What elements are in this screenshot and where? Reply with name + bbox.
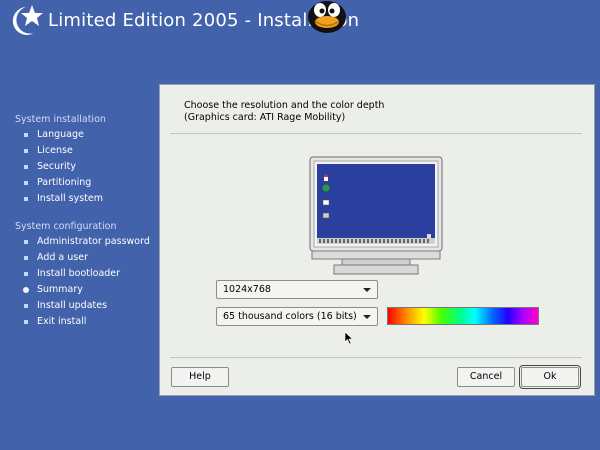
sidebar-item-label: Summary — [37, 284, 83, 295]
bullet-icon — [24, 304, 28, 308]
sidebar-item-label: Language — [37, 129, 84, 140]
sidebar-item-label: Install system — [37, 193, 103, 204]
sidebar-item-label: Install updates — [37, 300, 108, 311]
bullet-icon — [24, 149, 28, 153]
sidebar: System installation Language License Sec… — [15, 112, 155, 330]
chevron-down-icon — [363, 288, 371, 292]
sidebar-item-label: Partitioning — [37, 177, 92, 188]
sidebar-heading-install: System installation — [15, 114, 106, 125]
bullet-icon — [24, 133, 28, 137]
current-step-icon — [23, 287, 29, 293]
sidebar-item-install-bootloader: Install bootloader — [15, 266, 155, 282]
sidebar-heading-config: System configuration — [15, 221, 117, 232]
bullet-icon — [24, 320, 28, 324]
cancel-button[interactable]: Cancel — [457, 367, 515, 387]
sidebar-item-install-system: Install system — [15, 191, 155, 207]
monitor-icon — [309, 156, 443, 275]
penguin-icon — [308, 1, 346, 33]
sidebar-item-security: Security — [15, 159, 155, 175]
dialog-heading: Choose the resolution and the color dept… — [184, 100, 385, 111]
sidebar-item-label: Install bootloader — [37, 268, 121, 279]
bullet-icon — [24, 197, 28, 201]
sidebar-item-install-updates: Install updates — [15, 298, 155, 314]
resolution-value: 1024x768 — [223, 284, 271, 295]
resolution-select[interactable]: 1024x768 — [216, 280, 378, 299]
sidebar-item-label: Security — [37, 161, 77, 172]
divider — [170, 133, 582, 134]
graphics-card-label: (Graphics card: ATI Rage Mobility) — [184, 112, 346, 123]
color-depth-select[interactable]: 65 thousand colors (16 bits) — [216, 307, 378, 326]
sidebar-item-summary: Summary — [15, 282, 155, 298]
sidebar-item-label: Exit install — [37, 316, 87, 327]
sidebar-item-add-user: Add a user — [15, 250, 155, 266]
sidebar-item-exit-install: Exit install — [15, 314, 155, 330]
sidebar-item-language: Language — [15, 127, 155, 143]
divider — [170, 357, 582, 358]
sidebar-item-label: Add a user — [37, 252, 88, 263]
bullet-icon — [24, 165, 28, 169]
star-logo-icon — [12, 5, 43, 35]
help-button[interactable]: Help — [171, 367, 229, 387]
resolution-dialog: Choose the resolution and the color dept… — [159, 84, 595, 396]
mouse-cursor-icon — [344, 331, 354, 345]
sidebar-item-admin-password: Administrator password — [15, 234, 155, 250]
bullet-icon — [24, 240, 28, 244]
color-spectrum-preview — [387, 307, 539, 325]
bullet-icon — [24, 272, 28, 276]
sidebar-item-partitioning: Partitioning — [15, 175, 155, 191]
ok-button[interactable]: Ok — [519, 365, 581, 389]
sidebar-item-label: License — [37, 145, 73, 156]
color-depth-value: 65 thousand colors (16 bits) — [223, 311, 357, 322]
bullet-icon — [24, 181, 28, 185]
header: Limited Edition 2005 - Installation — [0, 0, 600, 44]
sidebar-item-label: Administrator password — [37, 236, 150, 247]
sidebar-item-license: License — [15, 143, 155, 159]
chevron-down-icon — [363, 315, 371, 319]
bullet-icon — [24, 256, 28, 260]
